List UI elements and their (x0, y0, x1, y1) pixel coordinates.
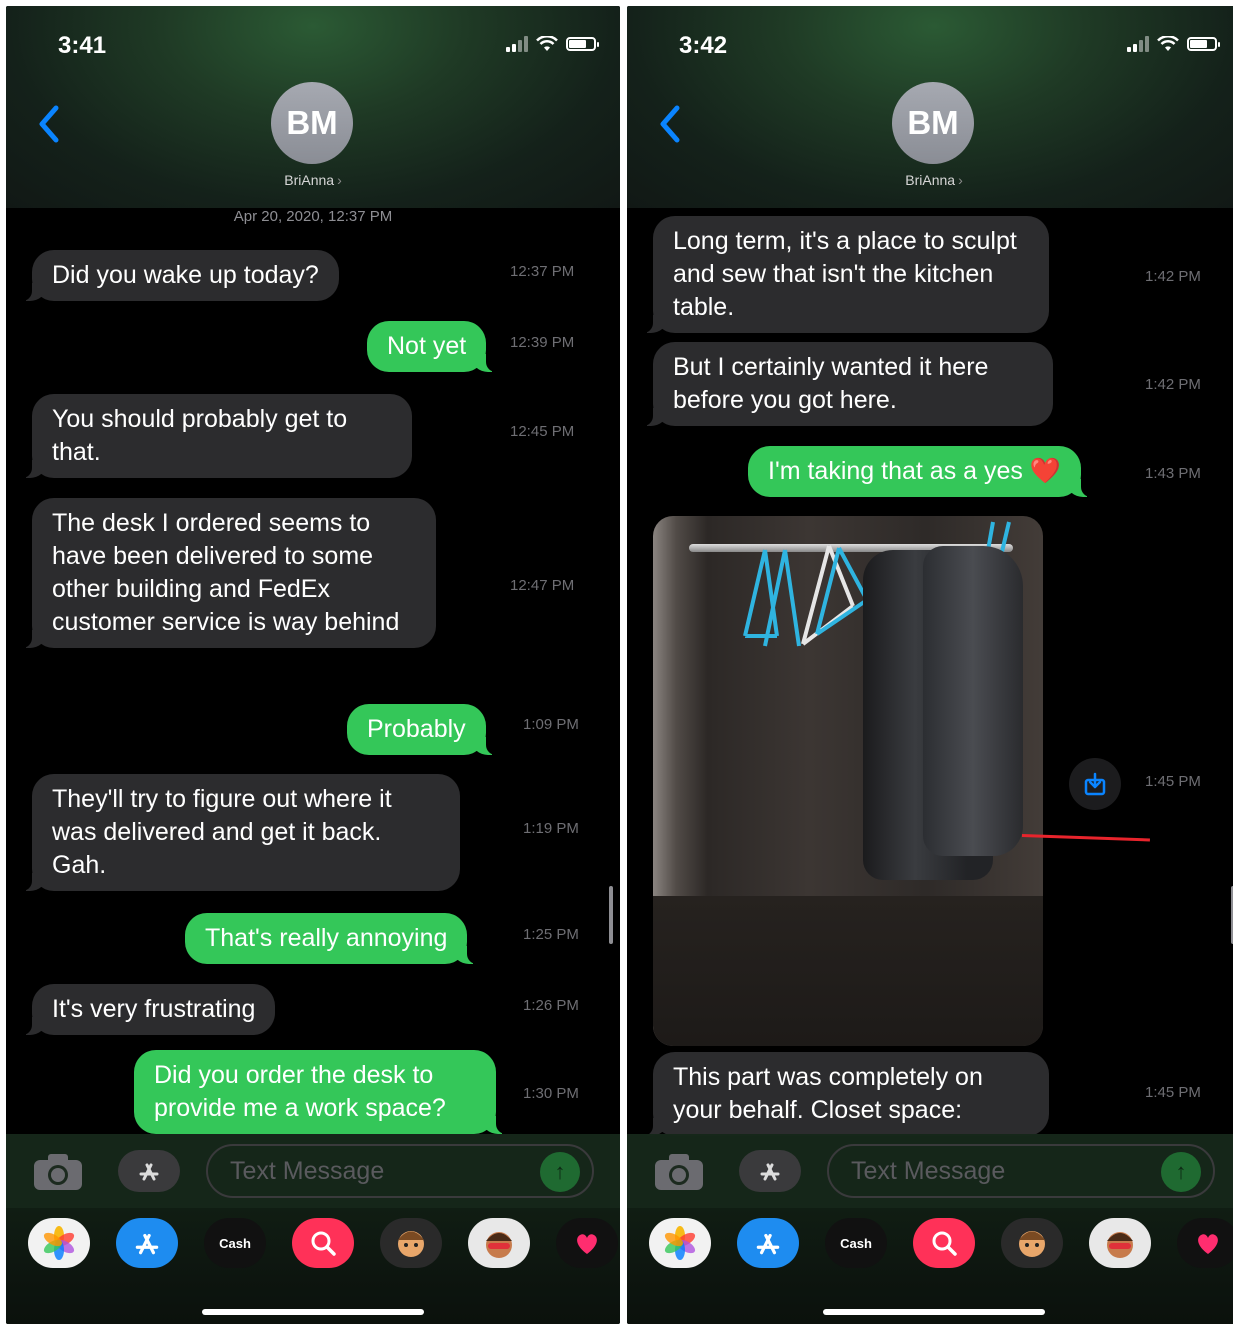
contact-chevron-icon: › (337, 172, 342, 188)
message-time: 12:39 PM (510, 334, 575, 351)
scroll-indicator[interactable] (609, 886, 613, 944)
digital-touch-icon[interactable] (556, 1218, 618, 1268)
back-chevron-icon[interactable] (34, 104, 64, 144)
signal-icon (1127, 36, 1149, 52)
conversation-header: 3:42 BM BriAnna › (627, 6, 1233, 208)
message-input-placeholder: Text Message (851, 1157, 1006, 1185)
phone-screen-left: 3:41 BM BriAnna › Apr 20, 2020, 12:37 PM … (6, 6, 620, 1324)
home-indicator[interactable] (823, 1309, 1045, 1315)
message-time: 12:47 PM (510, 577, 575, 594)
app-store-icon[interactable] (737, 1218, 799, 1268)
app-store-icon[interactable] (118, 1150, 180, 1192)
message-bubble-received[interactable]: Did you wake up today? (22, 250, 339, 301)
phone-screen-right: 3:42 BM BriAnna › Long term, it's a place… (627, 6, 1233, 1324)
photo-jacket (923, 546, 1023, 856)
contact-name[interactable]: BriAnna › (6, 172, 620, 188)
compose-bar: Text Message ↑ (627, 1134, 1233, 1208)
wifi-icon (1157, 36, 1179, 51)
message-bubble-sent[interactable]: Did you order the desk to provide me a w… (134, 1050, 506, 1134)
compose-bar: Text Message ↑ (6, 1134, 620, 1208)
message-bubble-sent[interactable]: That's really annoying (185, 913, 478, 964)
arrow-up-icon[interactable]: ↑ (540, 1152, 580, 1192)
contact-name[interactable]: BriAnna › (627, 172, 1233, 188)
signal-icon (506, 36, 528, 52)
date-header: Apr 20, 2020, 12:37 PM (233, 208, 393, 225)
message-bubble-received[interactable]: This part was completely on your behalf.… (643, 1052, 1049, 1136)
apple-cash-icon[interactable]: Cash (825, 1218, 887, 1268)
message-input-placeholder: Text Message (230, 1157, 385, 1185)
memoji-icon[interactable] (380, 1218, 442, 1268)
contact-avatar[interactable]: BM (271, 82, 353, 164)
message-bubble-received[interactable]: You should probably get to that. (22, 394, 412, 478)
wifi-icon (536, 36, 558, 51)
contact-avatar[interactable]: BM (892, 82, 974, 164)
battery-icon (1187, 37, 1220, 51)
status-icons (506, 36, 599, 52)
photo-closet-shelf (653, 896, 1043, 1046)
message-time: 1:26 PM (523, 997, 579, 1014)
memoji-icon[interactable] (1001, 1218, 1063, 1268)
message-bubble-sent[interactable]: Not yet (367, 321, 497, 372)
contact-chevron-icon: › (958, 172, 963, 188)
message-time: 1:09 PM (523, 716, 579, 733)
message-bubble-received[interactable]: Long term, it's a place to sculpt and se… (643, 216, 1049, 333)
contact-name-label: BriAnna (905, 172, 956, 188)
camera-icon[interactable] (653, 1152, 705, 1192)
message-bubble-sent[interactable]: I'm taking that as a yes ❤️ (748, 446, 1091, 497)
photos-icon[interactable] (28, 1218, 90, 1268)
message-time: 1:42 PM (1145, 268, 1201, 285)
memoji-stickers-icon[interactable] (1089, 1218, 1151, 1268)
app-store-icon[interactable] (739, 1150, 801, 1192)
message-time: 12:37 PM (510, 263, 575, 280)
conversation-header: 3:41 BM BriAnna › (6, 6, 620, 208)
back-chevron-icon[interactable] (655, 104, 685, 144)
status-time: 3:41 (58, 32, 107, 59)
message-bubble-sent[interactable]: Probably (347, 704, 496, 755)
message-time: 1:25 PM (523, 926, 579, 943)
app-drawer: Cash (627, 1208, 1233, 1324)
message-bubble-received[interactable]: They'll try to figure out where it was d… (22, 774, 460, 891)
apple-cash-icon[interactable]: Cash (204, 1218, 266, 1268)
message-time: 12:45 PM (510, 423, 575, 440)
save-photo-icon[interactable] (1069, 758, 1121, 810)
camera-icon[interactable] (32, 1152, 84, 1192)
message-time: 1:45 PM (1145, 773, 1201, 790)
message-time: 1:43 PM (1145, 465, 1201, 482)
app-store-icon[interactable] (116, 1218, 178, 1268)
digital-touch-icon[interactable] (1177, 1218, 1233, 1268)
message-input[interactable]: Text Message ↑ (206, 1144, 594, 1198)
message-bubble-received[interactable]: The desk I ordered seems to have been de… (22, 498, 436, 648)
message-time: 1:45 PM (1145, 1084, 1201, 1101)
photo-message-closet[interactable] (653, 516, 1043, 1046)
message-time: 1:19 PM (523, 820, 579, 837)
app-drawer: Cash (6, 1208, 620, 1324)
message-bubble-received[interactable]: But I certainly wanted it here before yo… (643, 342, 1053, 426)
image-search-icon[interactable] (292, 1218, 354, 1268)
home-indicator[interactable] (202, 1309, 424, 1315)
message-time: 1:42 PM (1145, 376, 1201, 393)
battery-icon (566, 37, 599, 51)
arrow-up-icon[interactable]: ↑ (1161, 1152, 1201, 1192)
status-time: 3:42 (679, 32, 728, 59)
message-bubble-received[interactable]: It's very frustrating (21, 984, 276, 1035)
status-icons (1127, 36, 1220, 52)
image-search-icon[interactable] (913, 1218, 975, 1268)
message-time: 1:30 PM (523, 1085, 579, 1102)
photos-icon[interactable] (649, 1218, 711, 1268)
contact-name-label: BriAnna (284, 172, 335, 188)
message-input[interactable]: Text Message ↑ (827, 1144, 1215, 1198)
memoji-stickers-icon[interactable] (468, 1218, 530, 1268)
